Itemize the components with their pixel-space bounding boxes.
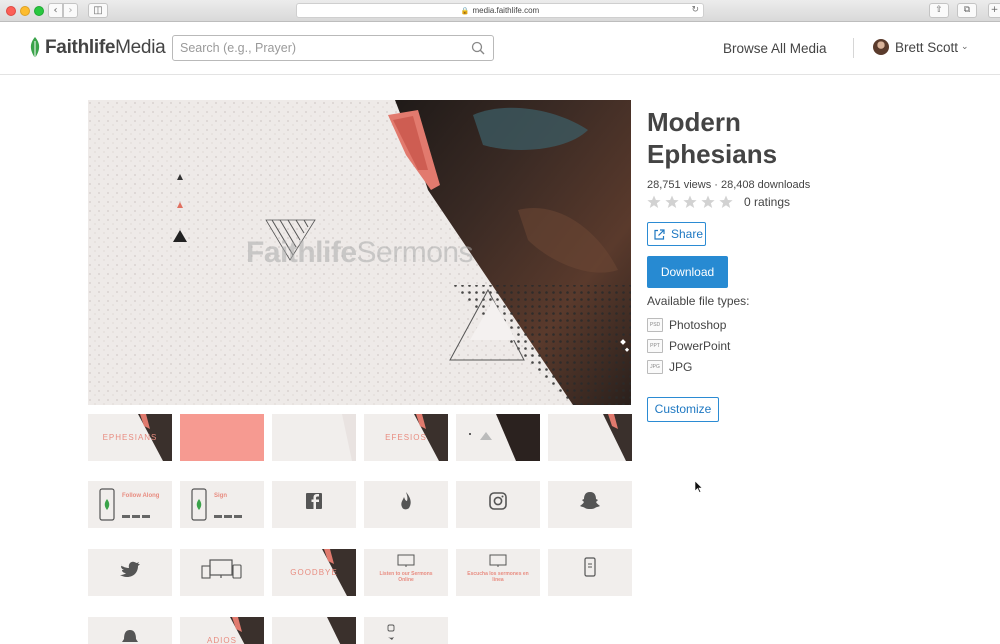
available-file-types-label: Available file types: xyxy=(647,294,750,308)
phone-icon xyxy=(584,557,596,577)
forward-button[interactable]: › xyxy=(63,3,78,18)
view-download-stats: 28,751 views · 28,408 downloads xyxy=(647,179,811,191)
share-button[interactable]: Share xyxy=(647,222,706,246)
file-type-label: PowerPoint xyxy=(669,339,731,353)
instagram-icon xyxy=(489,492,507,510)
thumbnail[interactable] xyxy=(88,549,172,596)
search-icon[interactable] xyxy=(471,41,485,55)
thumbnail[interactable] xyxy=(456,414,540,461)
address-bar[interactable]: 🔒 media.faithlife.com ↻ xyxy=(296,3,704,18)
snapchat-icon xyxy=(580,492,600,509)
share-icon[interactable]: ⇧ xyxy=(929,3,949,18)
thumbnail[interactable] xyxy=(548,549,632,596)
star-icon[interactable] xyxy=(683,195,697,209)
thumbnail[interactable]: GOODBYE xyxy=(272,549,356,596)
close-window-button[interactable] xyxy=(6,6,16,16)
psd-file-icon: PSD xyxy=(647,318,663,332)
customize-button[interactable]: Customize xyxy=(647,397,719,422)
thumbnail[interactable]: Listen to our Sermons Online xyxy=(364,549,448,596)
thumbnail[interactable]: ADIOS xyxy=(180,617,264,644)
thumbnail[interactable] xyxy=(548,414,632,461)
thumbnail[interactable]: Escucha los sermones en línea xyxy=(456,549,540,596)
bell-icon xyxy=(122,630,138,642)
thumbnail[interactable]: EPHESIANS xyxy=(88,414,172,461)
thumbnail[interactable]: EFESIOS xyxy=(364,414,448,461)
rating-stars: 0 ratings xyxy=(647,195,790,209)
main-preview-image[interactable]: FaithlifeSermons xyxy=(88,100,631,405)
ppt-file-icon: PPT xyxy=(647,339,663,353)
facebook-icon xyxy=(306,493,322,509)
faithlife-leaf-icon xyxy=(30,37,40,58)
thumbnail[interactable]: Follow Along xyxy=(88,481,172,528)
site-header: FaithlifeMedia Browse All Media Brett Sc… xyxy=(0,22,1000,75)
thumbnail[interactable] xyxy=(272,481,356,528)
logo-light-text: Media xyxy=(115,37,166,58)
thumbnail[interactable] xyxy=(180,549,264,596)
thumbnail[interactable] xyxy=(272,617,356,644)
watermark-text: FaithlifeSermons xyxy=(246,236,474,269)
back-button[interactable]: ‹ xyxy=(48,3,63,18)
url-text: media.faithlife.com xyxy=(472,6,540,15)
chevron-down-icon: ⌄ xyxy=(961,42,969,52)
search-box xyxy=(172,35,494,61)
devices-icon xyxy=(201,559,242,579)
star-icon[interactable] xyxy=(665,195,679,209)
ratings-count: 0 ratings xyxy=(744,195,791,209)
browse-all-media-link[interactable]: Browse All Media xyxy=(723,41,827,56)
tabs-overview-icon[interactable]: ⧉ xyxy=(957,3,977,18)
header-divider xyxy=(853,38,854,58)
logo-bold-text: Faithlife xyxy=(45,37,116,58)
user-menu[interactable]: Brett Scott ⌄ xyxy=(873,39,969,55)
external-link-icon xyxy=(654,228,665,240)
sidebar-toggle-icon[interactable]: ◫ xyxy=(88,3,108,18)
star-icon[interactable] xyxy=(701,195,715,209)
file-type-item: JPG JPG xyxy=(647,360,692,374)
minimize-window-button[interactable] xyxy=(20,6,30,16)
thumbnail[interactable] xyxy=(364,481,448,528)
thumbnail[interactable] xyxy=(272,414,356,461)
thumbnail[interactable] xyxy=(548,481,632,528)
star-icon[interactable] xyxy=(719,195,733,209)
new-tab-icon[interactable]: + xyxy=(988,3,1000,18)
download-button[interactable]: Download xyxy=(647,256,728,288)
reload-icon[interactable]: ↻ xyxy=(691,4,699,17)
mouse-cursor-icon xyxy=(695,481,703,493)
file-type-label: Photoshop xyxy=(669,318,727,332)
thumbnail[interactable]: Sign xyxy=(180,481,264,528)
share-label: Share xyxy=(671,227,704,241)
browser-toolbar: ‹ › ◫ 🔒 media.faithlife.com ↻ ⇧ ⧉ + xyxy=(0,0,1000,22)
file-type-label: JPG xyxy=(669,360,693,374)
thumbnail[interactable] xyxy=(456,481,540,528)
file-type-item: PPT PowerPoint xyxy=(647,339,730,353)
faithlife-media-logo[interactable]: FaithlifeMedia xyxy=(28,36,166,60)
thumbnail[interactable] xyxy=(180,414,264,461)
lock-icon: 🔒 xyxy=(460,8,470,15)
jpg-file-icon: JPG xyxy=(647,360,663,374)
twitter-icon xyxy=(120,561,140,577)
page-title: Modern Ephesians xyxy=(647,107,778,169)
user-name: Brett Scott xyxy=(895,39,959,55)
search-input[interactable] xyxy=(173,36,463,60)
zoom-window-button[interactable] xyxy=(34,6,44,16)
social-icons xyxy=(387,624,395,640)
thumbnail[interactable] xyxy=(364,617,448,644)
avatar xyxy=(873,39,889,55)
thumbnail[interactable] xyxy=(88,617,172,644)
file-type-item: PSD Photoshop xyxy=(647,318,726,332)
flame-icon xyxy=(401,492,411,510)
star-icon[interactable] xyxy=(647,195,661,209)
